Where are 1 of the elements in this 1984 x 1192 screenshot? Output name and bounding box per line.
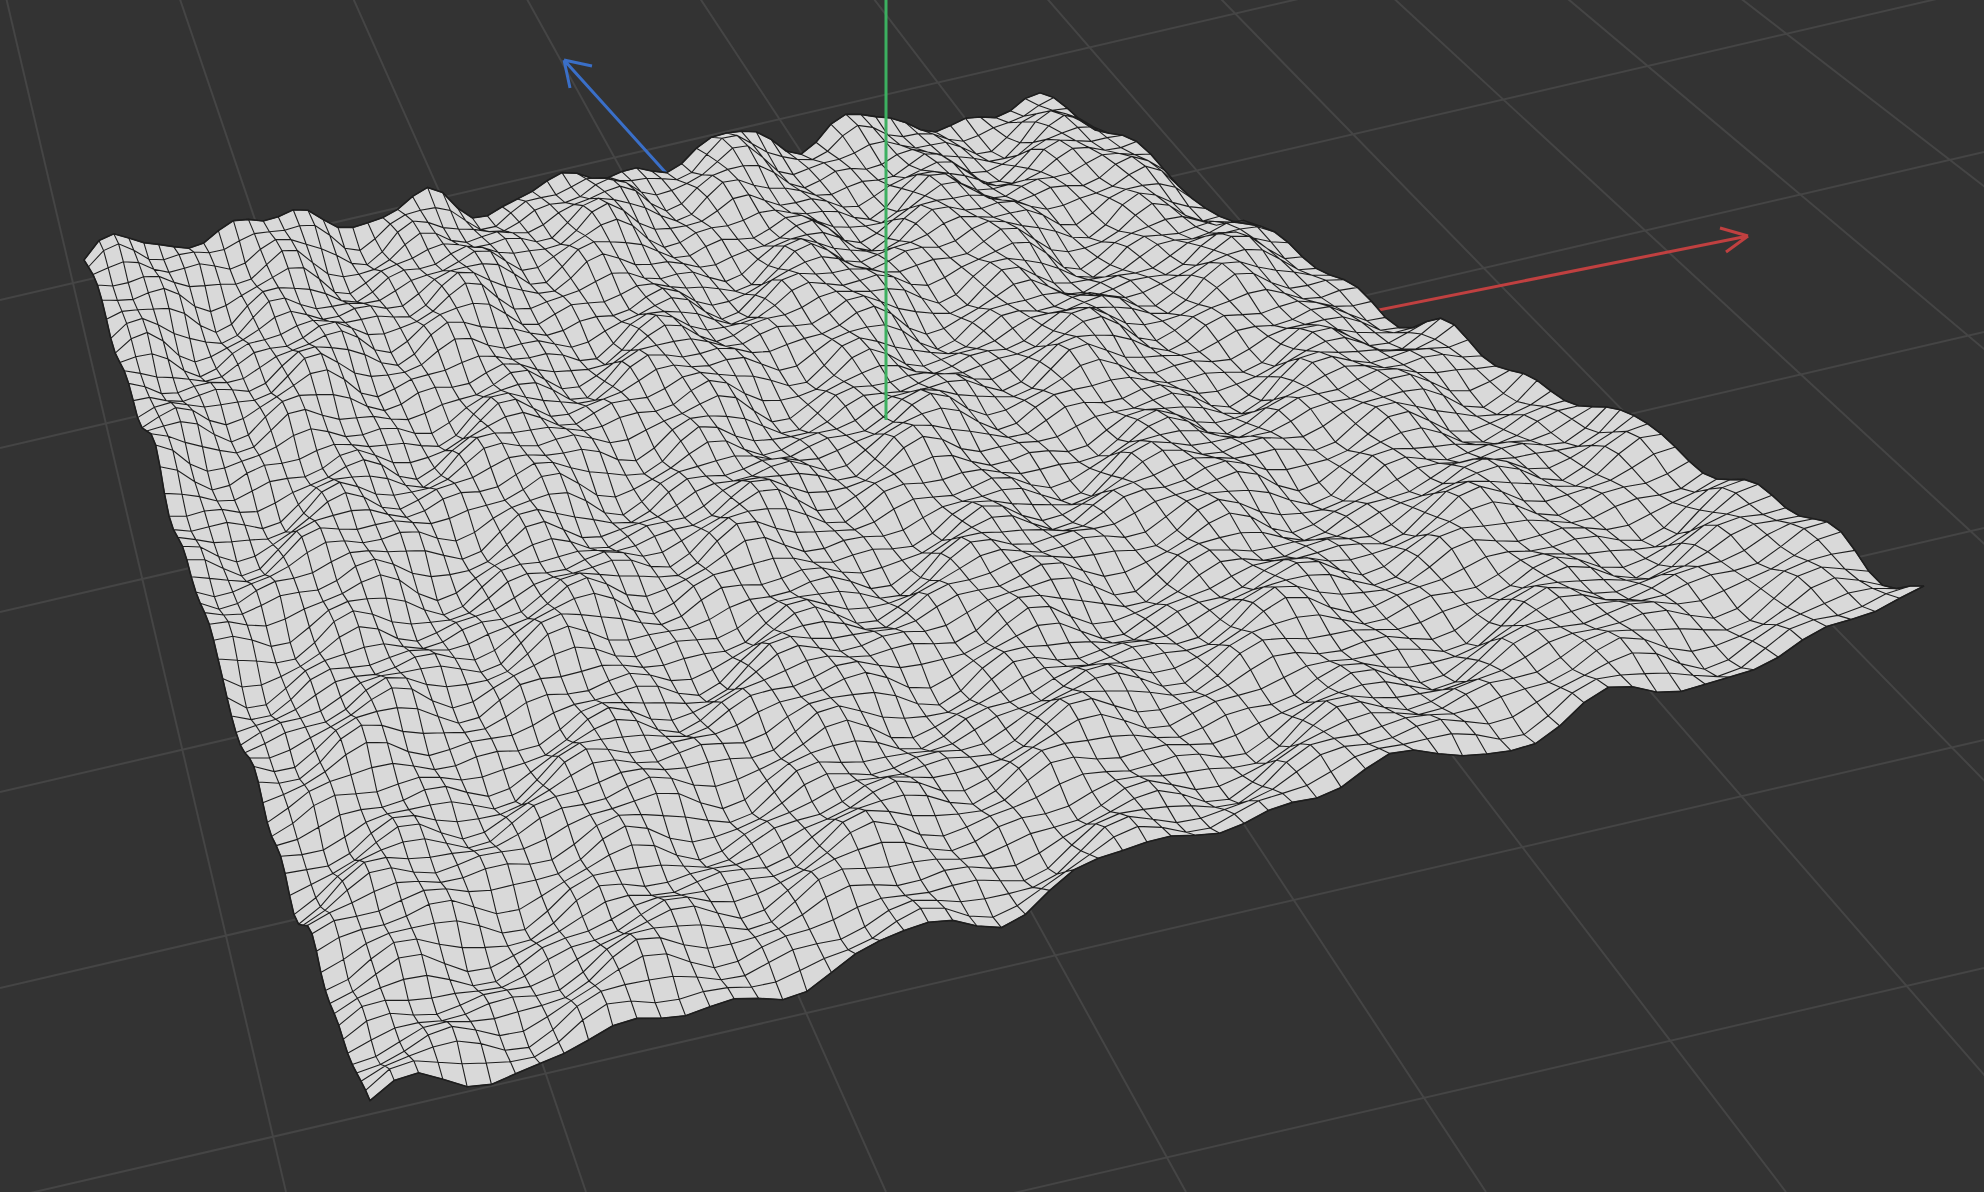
viewport[interactable] bbox=[0, 0, 1984, 1192]
